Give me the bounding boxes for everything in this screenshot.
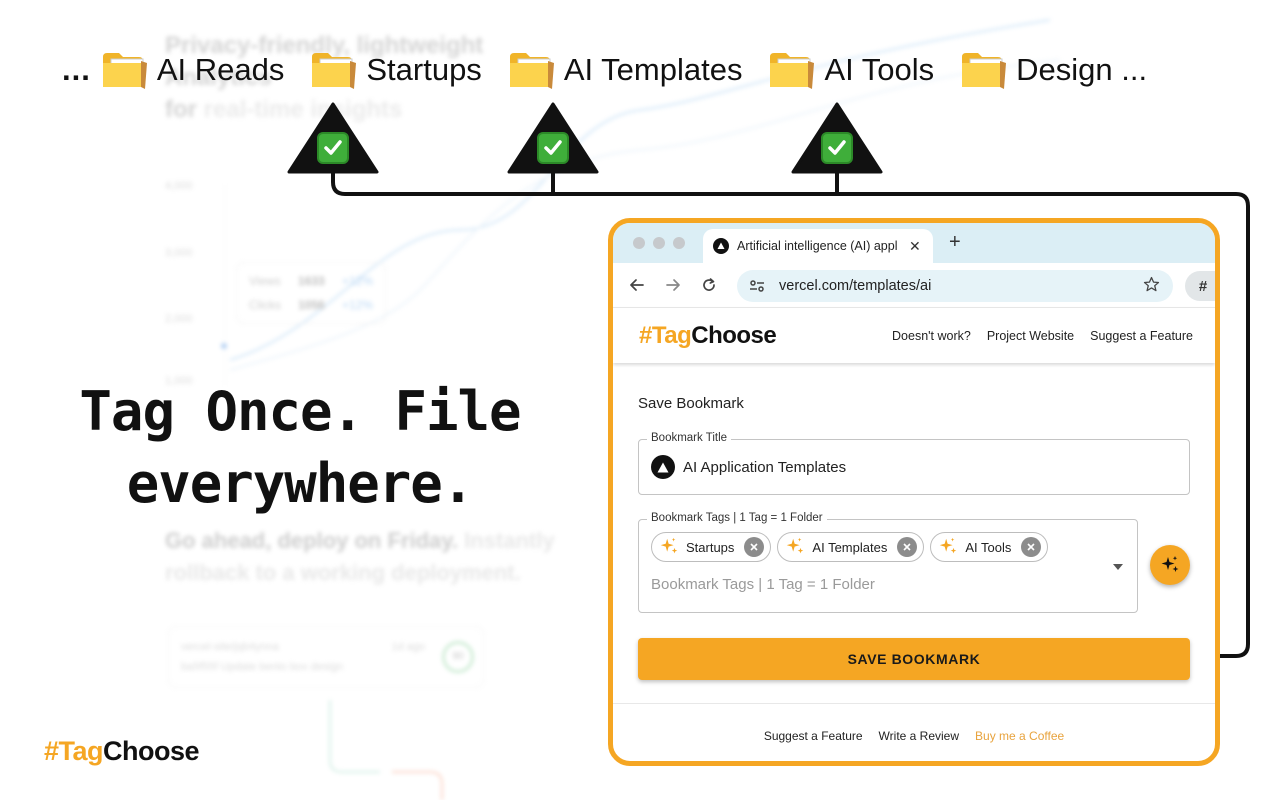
popup-header-links: Doesn't work? Project Website Suggest a … xyxy=(876,329,1193,343)
popup-footer: Suggest a Feature Write a Review Buy me … xyxy=(613,703,1215,761)
footer-link-suggest-feature[interactable]: Suggest a Feature xyxy=(764,729,863,743)
window-controls xyxy=(633,237,693,249)
bookmark-title-value: AI Application Templates xyxy=(683,458,847,476)
vercel-favicon-icon xyxy=(651,455,675,479)
headline: Tag Once. File everywhere. xyxy=(60,376,540,520)
checkmark-icon xyxy=(821,132,853,164)
browser-toolbar: vercel.com/templates/ai # xyxy=(613,263,1215,307)
tag-chip-ai-templates[interactable]: AI Templates xyxy=(777,532,925,562)
browser-window: Artificial intelligence (AI) appl ✕ + ve… xyxy=(608,218,1220,766)
popup-body: Save Bookmark Bookmark Title AI Applicat… xyxy=(613,363,1215,705)
bookmark-tags-label: Bookmark Tags | 1 Tag = 1 Folder xyxy=(647,512,827,524)
check-marker-ai-templates xyxy=(507,102,599,174)
url-text: vercel.com/templates/ai xyxy=(779,278,932,294)
remove-tag-icon[interactable] xyxy=(1021,537,1042,557)
tab-close-icon[interactable]: ✕ xyxy=(909,238,923,255)
headline-line-1: Tag Once. File xyxy=(79,380,521,443)
tag-chip-ai-tools[interactable]: AI Tools xyxy=(930,532,1049,562)
close-window-dot[interactable] xyxy=(633,237,645,249)
browser-tab[interactable]: Artificial intelligence (AI) appl ✕ xyxy=(703,229,933,263)
tags-input-placeholder[interactable]: Bookmark Tags | 1 Tag = 1 Folder xyxy=(651,576,1125,593)
sparkle-icon xyxy=(787,537,804,554)
tag-chip-startups[interactable]: Startups xyxy=(651,532,772,562)
tag-chips: Startups AI Templates AI Tools xyxy=(651,532,1125,562)
reload-icon[interactable] xyxy=(691,277,727,293)
link-project-website[interactable]: Project Website xyxy=(987,329,1074,343)
footer-link-write-review[interactable]: Write a Review xyxy=(879,729,959,743)
headline-line-2: everywhere. xyxy=(126,452,475,515)
vercel-favicon-icon xyxy=(713,238,729,254)
remove-tag-icon[interactable] xyxy=(897,537,918,557)
check-marker-startups xyxy=(287,102,379,174)
address-bar[interactable]: vercel.com/templates/ai xyxy=(737,270,1173,302)
tab-title: Artificial intelligence (AI) appl xyxy=(737,239,898,253)
tagchoose-extension-icon[interactable]: # xyxy=(1185,271,1215,301)
bookmark-star-icon[interactable] xyxy=(1143,276,1161,297)
sparkle-icon xyxy=(1161,556,1179,572)
footer-link-buy-coffee[interactable]: Buy me a Coffee xyxy=(975,729,1064,743)
browser-titlebar: Artificial intelligence (AI) appl ✕ + xyxy=(613,223,1215,263)
tag-chip-label: AI Templates xyxy=(812,539,888,555)
maximize-window-dot[interactable] xyxy=(673,237,685,249)
sparkle-icon xyxy=(940,537,957,554)
ai-suggest-tags-button[interactable] xyxy=(1150,545,1190,585)
checkmark-icon xyxy=(317,132,349,164)
popup-header: #TagChoose Doesn't work? Project Website… xyxy=(613,307,1215,363)
checkmark-icon xyxy=(537,132,569,164)
link-doesnt-work[interactable]: Doesn't work? xyxy=(892,329,971,343)
bookmark-title-field[interactable]: Bookmark Title AI Application Templates xyxy=(638,432,1190,495)
popup-brand-logo: #TagChoose xyxy=(639,321,777,349)
link-suggest-feature[interactable]: Suggest a Feature xyxy=(1090,329,1193,343)
forward-arrow-icon[interactable] xyxy=(655,277,691,293)
brand-logo-bottom: #TagChoose xyxy=(44,736,200,766)
save-bookmark-button[interactable]: SAVE BOOKMARK xyxy=(638,638,1190,680)
site-info-icon[interactable] xyxy=(749,279,771,293)
section-title: Save Bookmark xyxy=(638,395,744,412)
new-tab-icon[interactable]: + xyxy=(949,231,961,254)
back-arrow-icon[interactable] xyxy=(619,277,655,293)
bookmark-title-label: Bookmark Title xyxy=(647,432,732,444)
remove-tag-icon[interactable] xyxy=(744,537,765,557)
dropdown-arrow-icon[interactable] xyxy=(1113,564,1123,570)
tag-chip-label: Startups xyxy=(686,539,735,555)
bookmark-tags-field[interactable]: Bookmark Tags | 1 Tag = 1 Folder Startup… xyxy=(638,512,1138,613)
check-marker-ai-tools xyxy=(791,102,883,174)
tag-chip-label: AI Tools xyxy=(965,539,1012,555)
minimize-window-dot[interactable] xyxy=(653,237,665,249)
sparkle-icon xyxy=(660,537,678,554)
